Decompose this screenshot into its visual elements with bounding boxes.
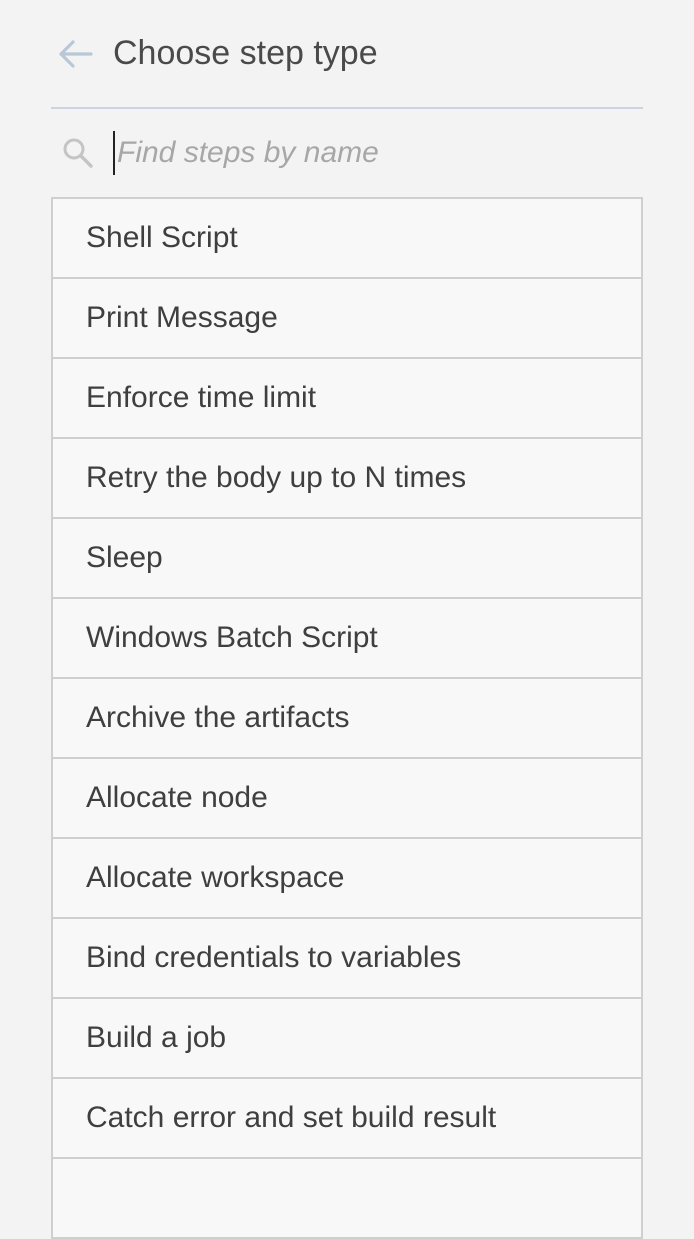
back-button[interactable] [51, 34, 101, 74]
search-icon [51, 133, 113, 173]
step-item-label: Print Message [86, 301, 278, 334]
step-item-label: Windows Batch Script [86, 621, 378, 654]
step-item[interactable]: Catch error and set build result [51, 1079, 643, 1159]
step-item-label: Retry the body up to N times [86, 461, 467, 494]
step-item[interactable] [51, 1159, 643, 1239]
step-item-label: Catch error and set build result [86, 1101, 497, 1134]
step-item-label: Shell Script [86, 221, 238, 254]
step-item[interactable]: Bind credentials to variables [51, 919, 643, 999]
step-item-label: Archive the artifacts [86, 701, 350, 734]
step-picker-panel: Choose step type Shell Script Print Messa… [51, 0, 643, 1239]
step-item[interactable]: Shell Script [51, 199, 643, 279]
step-list: Shell Script Print Message Enforce time li… [51, 197, 643, 1239]
step-item[interactable]: Allocate workspace [51, 839, 643, 919]
step-item[interactable]: Retry the body up to N times [51, 439, 643, 519]
step-item[interactable]: Enforce time limit [51, 359, 643, 439]
search-input[interactable] [113, 131, 643, 175]
search-bar [51, 109, 643, 197]
step-item[interactable]: Build a job [51, 999, 643, 1079]
step-item[interactable]: Sleep [51, 519, 643, 599]
step-item-label: Sleep [86, 541, 163, 574]
header: Choose step type [51, 0, 643, 109]
step-item-label: Build a job [86, 1021, 227, 1054]
step-item[interactable]: Allocate node [51, 759, 643, 839]
step-item-label: Allocate workspace [86, 861, 345, 894]
step-item[interactable]: Archive the artifacts [51, 679, 643, 759]
page-title: Choose step type [113, 34, 378, 72]
step-item[interactable]: Print Message [51, 279, 643, 359]
step-item-label: Bind credentials to variables [86, 941, 462, 974]
arrow-left-icon [59, 39, 93, 68]
step-item-label: Enforce time limit [86, 381, 317, 414]
step-item[interactable]: Windows Batch Script [51, 599, 643, 679]
step-item-label: Allocate node [86, 781, 268, 814]
